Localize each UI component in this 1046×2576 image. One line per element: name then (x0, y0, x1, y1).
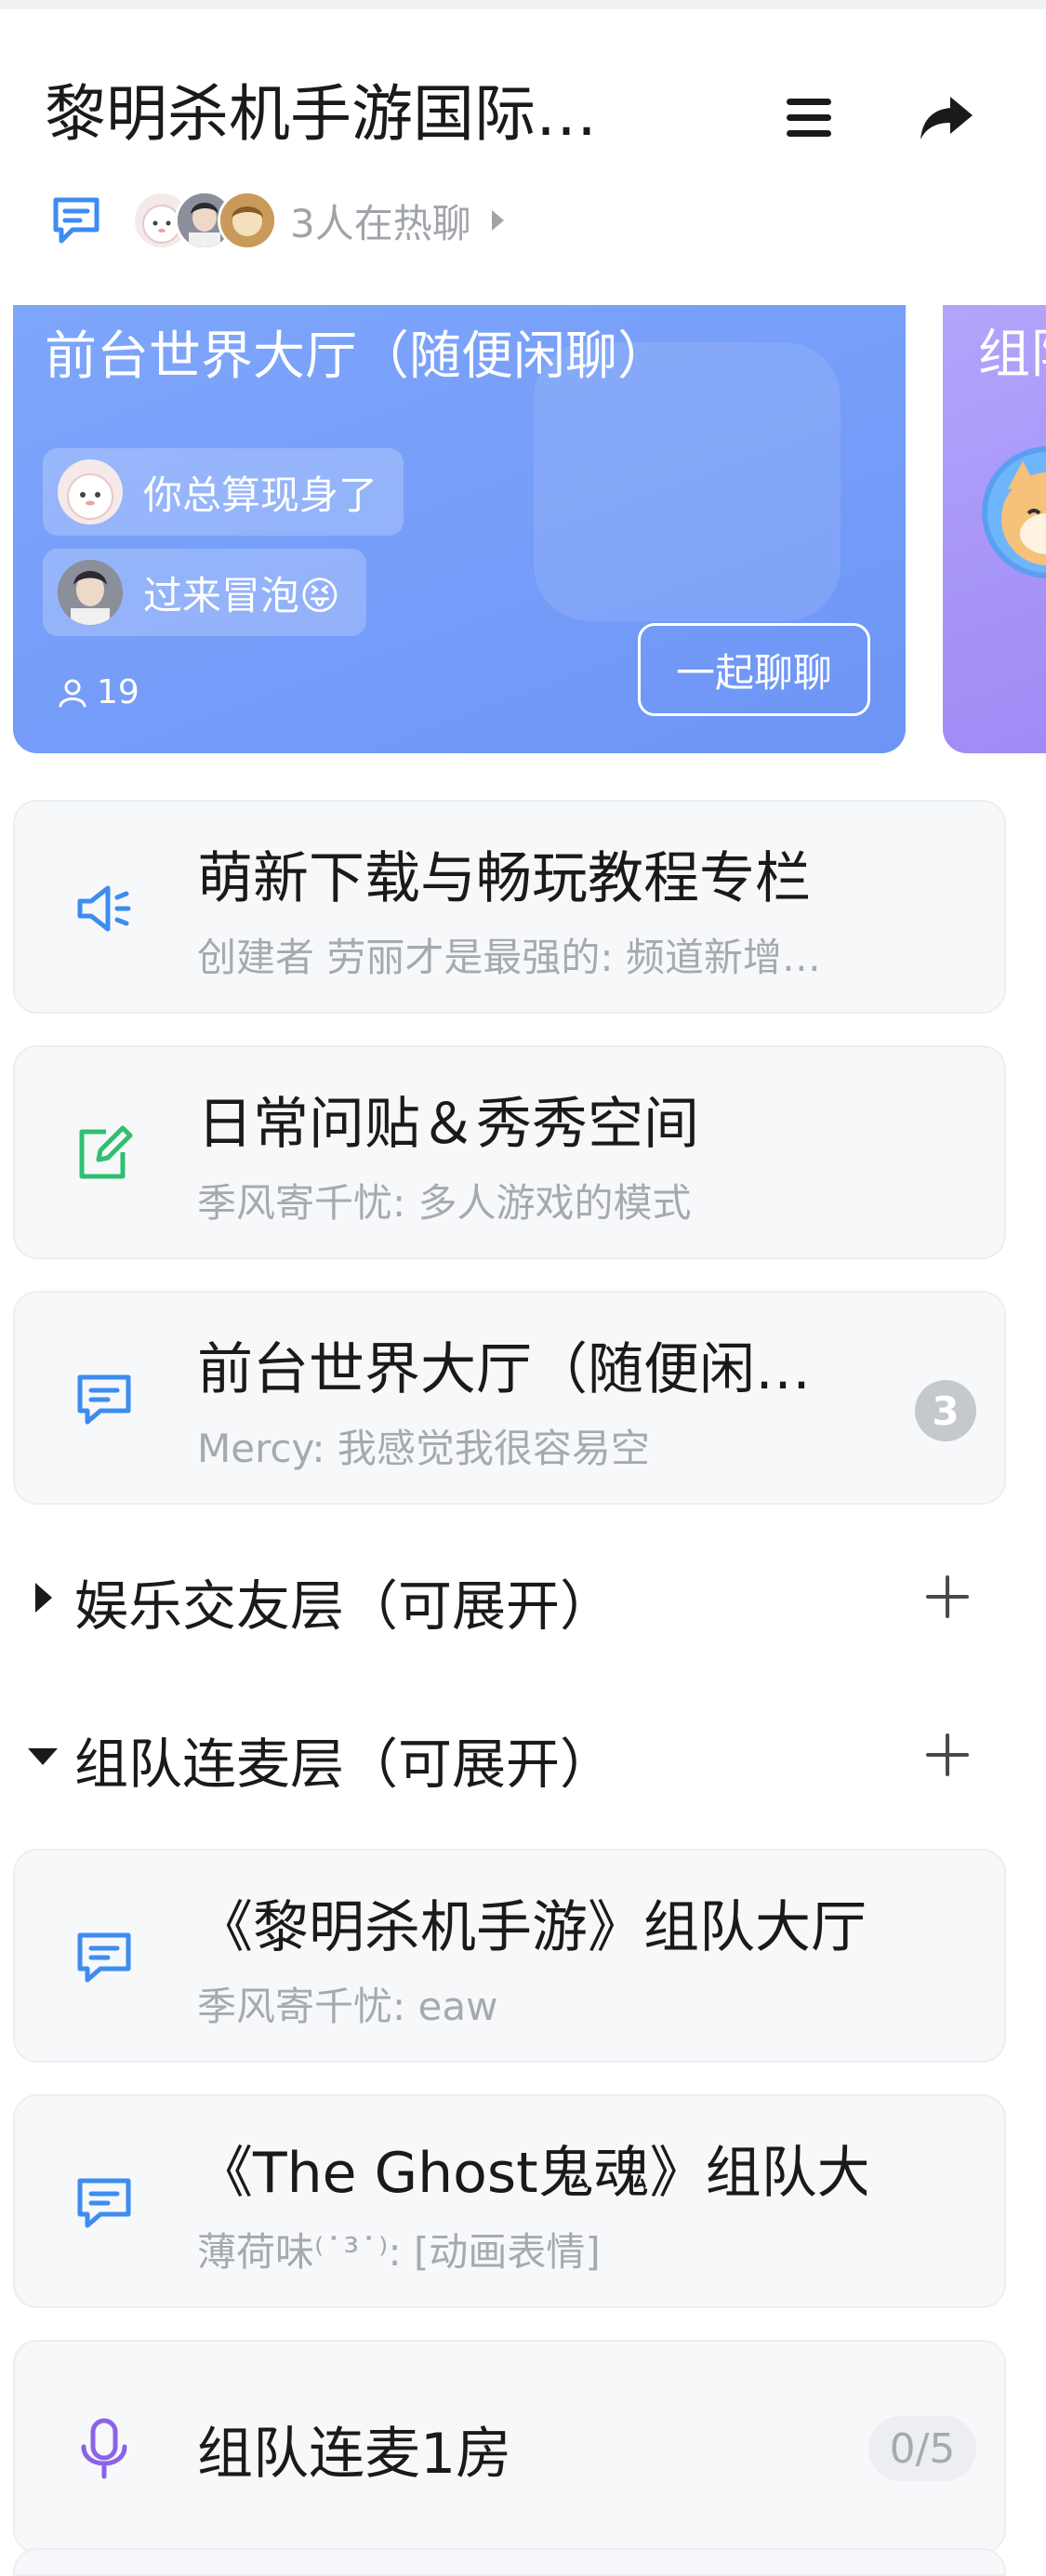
microphone-icon (81, 2418, 127, 2479)
channel-row-voice-room[interactable]: 组队连麦1房 0/5 (13, 2340, 1006, 2554)
message-text: 你总算现身了 (143, 471, 378, 518)
channel-row-ghost-team[interactable]: 《The Ghost鬼魂》组队大厅 薄荷味⁽˙³˙⁾: [动画表情] (13, 2094, 1006, 2308)
message-text: 过来冒泡😝 (143, 572, 340, 618)
avatar (58, 560, 123, 625)
channel-last-message: 创建者 劳丽才是最强的: 频道新增… (197, 935, 821, 980)
channel-title: 组队连麦1房 (197, 2422, 512, 2487)
channel-row-lobby[interactable]: 前台世界大厅（随便闲… Mercy: 我感觉我很容易空 3 (13, 1291, 1006, 1505)
channel-last-message: 薄荷味⁽˙³˙⁾: [动画表情] (197, 2229, 601, 2275)
message-bubble: 你总算现身了 (43, 448, 404, 536)
caret-right-icon (35, 1583, 52, 1613)
chat-icon (77, 2178, 131, 2228)
announcement-icon (77, 885, 131, 932)
section-title: 娱乐交友层（可展开） (74, 1574, 615, 1638)
menu-icon[interactable] (781, 89, 837, 145)
user-icon (59, 679, 86, 707)
post-edit-icon (79, 1125, 133, 1179)
section-entertainment[interactable]: 娱乐交友层（可展开） (0, 1546, 1046, 1648)
add-channel-icon[interactable] (926, 1733, 969, 1776)
chat-icon (77, 1932, 131, 1983)
chevron-right-icon (491, 210, 504, 231)
channel-title: 《黎明杀机手游》组队大厅 (197, 1895, 867, 1960)
section-team-voice[interactable]: 组队连麦层（可展开） (0, 1704, 1046, 1806)
channel-row-next[interactable] (13, 2548, 1006, 2576)
featured-channel-card[interactable]: 组队 (943, 305, 1046, 753)
hot-chat-count: 3人在热聊 (290, 200, 471, 246)
avatar (218, 191, 277, 250)
server-title: 黎明杀机手游国际… (45, 78, 597, 150)
channel-row-tutorial[interactable]: 萌新下载与畅玩教程专栏 创建者 劳丽才是最强的: 频道新增… (13, 800, 1006, 1014)
section-title: 组队连麦层（可展开） (74, 1733, 615, 1796)
channel-last-message: Mercy: 我感觉我很容易空 (197, 1426, 650, 1471)
channel-row-dbd-team[interactable]: 《黎明杀机手游》组队大厅 季风寄千忧: eaw (13, 1849, 1006, 2063)
hot-chat-bar[interactable]: 3人在热聊 (48, 188, 504, 253)
channel-last-message: 季风寄千忧: 多人游戏的模式 (197, 1180, 692, 1226)
featured-channel-title: 组队 (978, 325, 1046, 385)
caret-down-icon (28, 1748, 58, 1765)
status-strip (0, 0, 1046, 9)
add-channel-icon[interactable] (926, 1575, 969, 1618)
channel-title: 前台世界大厅（随便闲… (197, 1337, 811, 1402)
member-count: 19 (56, 673, 139, 711)
featured-channel-card[interactable]: 前台世界大厅（随便闲聊） 你总算现身了 过来冒泡😝 19 一起聊聊 (13, 305, 906, 753)
featured-channel-title: 前台世界大厅（随便闲聊） (45, 326, 669, 387)
channel-title: 日常问贴＆秀秀空间 (197, 1092, 699, 1157)
channel-last-message: 季风寄千忧: eaw (197, 1984, 498, 2029)
join-chat-button[interactable]: 一起聊聊 (638, 623, 870, 716)
unread-badge: 3 (915, 1380, 976, 1441)
share-icon[interactable] (917, 87, 976, 147)
channel-row-posts[interactable]: 日常问贴＆秀秀空间 季风寄千忧: 多人游戏的模式 (13, 1045, 1006, 1259)
message-bubble: 过来冒泡😝 (43, 549, 366, 636)
room-capacity: 0/5 (868, 2416, 976, 2481)
chat-icon (53, 197, 99, 244)
channel-title: 《The Ghost鬼魂》组队大厅 (197, 2141, 867, 2206)
channel-title: 萌新下载与畅玩教程专栏 (197, 846, 811, 911)
avatar (982, 446, 1046, 578)
chat-icon (77, 1374, 131, 1425)
avatar (58, 459, 123, 524)
